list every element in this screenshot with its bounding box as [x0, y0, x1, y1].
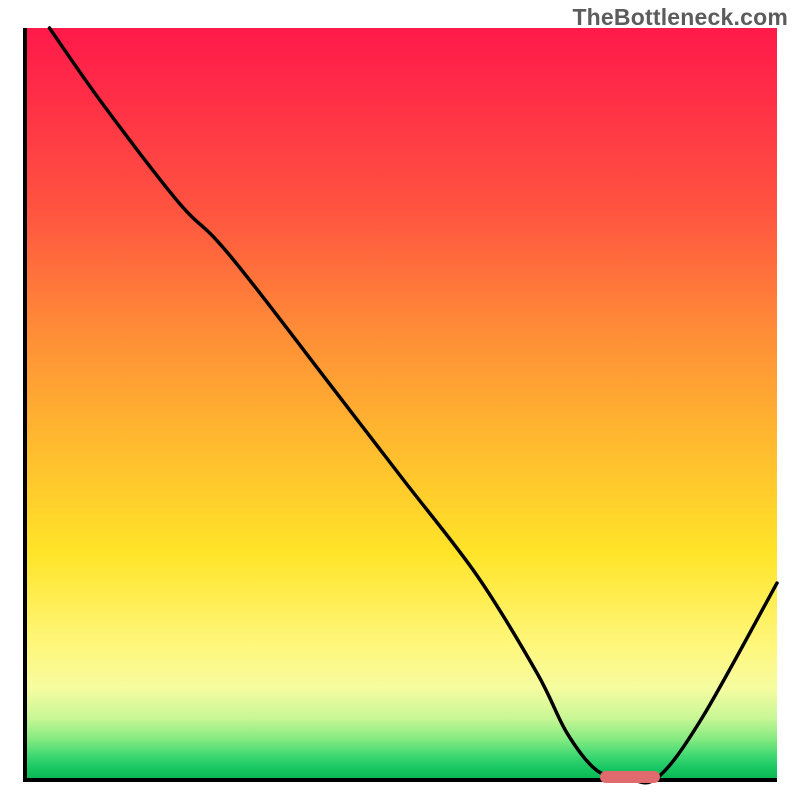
plot-area	[23, 28, 777, 782]
optimal-range-marker	[600, 771, 660, 783]
bottleneck-curve	[27, 28, 777, 778]
chart-container: TheBottleneck.com	[0, 0, 800, 800]
watermark-text: TheBottleneck.com	[572, 4, 788, 31]
